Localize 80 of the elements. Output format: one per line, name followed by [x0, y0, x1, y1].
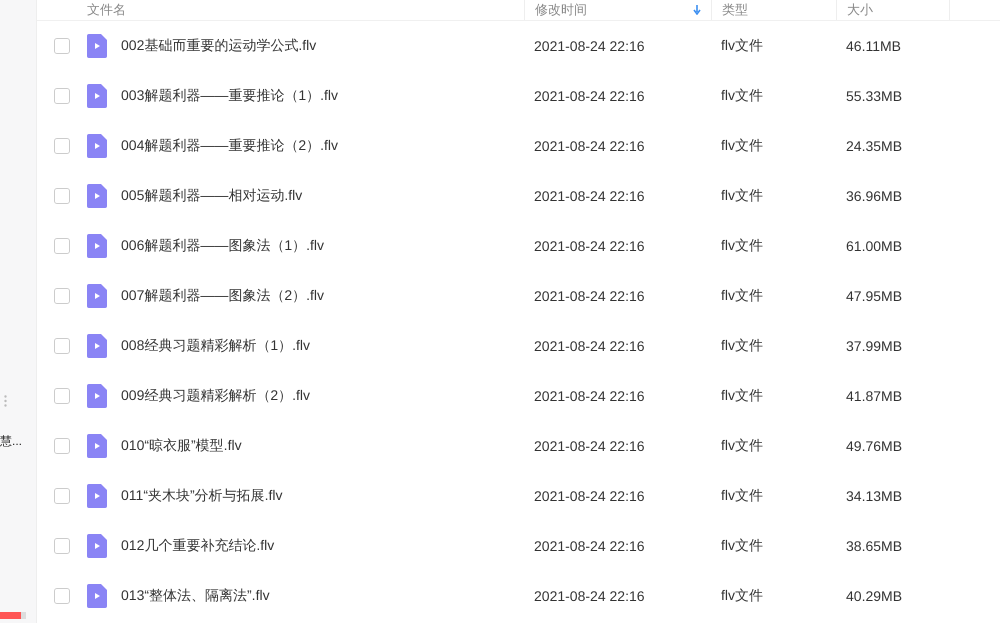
video-file-icon [87, 534, 107, 558]
file-type: flv文件 [720, 387, 764, 405]
file-type: flv文件 [720, 487, 764, 505]
file-size: 36.96MB [845, 188, 904, 204]
modified-time: 2021-08-24 22:16 [533, 338, 646, 354]
file-name[interactable]: 011“夹木块”分析与拓展.flv [121, 487, 283, 505]
video-file-icon [87, 434, 107, 458]
row-checkbox[interactable] [54, 338, 70, 354]
modified-time: 2021-08-24 22:16 [533, 488, 646, 504]
row-checkbox[interactable] [54, 88, 70, 104]
column-header[interactable]: 大小 [847, 1, 873, 19]
file-name[interactable]: 002基础而重要的运动学公式.flv [121, 37, 316, 55]
file-size: 24.35MB [845, 138, 904, 154]
video-file-icon [87, 234, 107, 258]
file-size: 55.33MB [845, 88, 904, 104]
column-header[interactable]: 文件名 [87, 1, 126, 19]
modified-time: 2021-08-24 22:16 [533, 538, 646, 554]
row-checkbox[interactable] [54, 188, 70, 204]
file-size: 37.99MB [845, 338, 904, 354]
file-type: flv文件 [720, 237, 764, 255]
row-checkbox[interactable] [54, 438, 70, 454]
sidebar-label[interactable]: 慧... [0, 433, 22, 450]
row-checkbox[interactable] [54, 288, 70, 304]
modified-time: 2021-08-24 22:16 [533, 38, 646, 54]
modified-time: 2021-08-24 22:16 [533, 188, 646, 204]
file-name[interactable]: 010“晾衣服”模型.flv [121, 437, 242, 455]
file-name[interactable]: 005解题利器——相对运动.flv [121, 187, 302, 205]
row-checkbox[interactable] [54, 538, 70, 554]
file-name[interactable]: 007解题利器——图象法（2）.flv [121, 287, 324, 305]
video-file-icon [87, 334, 107, 358]
file-size: 47.95MB [845, 288, 904, 304]
file-type: flv文件 [720, 37, 764, 55]
video-file-icon [87, 284, 107, 308]
file-type: flv文件 [720, 437, 764, 455]
file-size: 61.00MB [845, 238, 904, 254]
modified-time: 2021-08-24 22:16 [533, 438, 646, 454]
file-type: flv文件 [720, 337, 764, 355]
row-checkbox[interactable] [54, 238, 70, 254]
file-size: 41.87MB [845, 388, 904, 404]
modified-time: 2021-08-24 22:16 [533, 288, 646, 304]
column-header[interactable]: 类型 [722, 1, 748, 19]
file-type: flv文件 [720, 287, 764, 305]
row-checkbox[interactable] [54, 138, 70, 154]
file-size: 34.13MB [845, 488, 904, 504]
row-checkbox[interactable] [54, 588, 70, 604]
file-name[interactable]: 006解题利器——图象法（1）.flv [121, 237, 324, 255]
video-file-icon [87, 584, 107, 608]
modified-time: 2021-08-24 22:16 [533, 88, 646, 104]
column-header[interactable]: 修改时间 [535, 1, 587, 19]
video-file-icon [87, 134, 107, 158]
file-type: flv文件 [720, 537, 764, 555]
file-type: flv文件 [720, 187, 764, 205]
video-file-icon [87, 384, 107, 408]
file-size: 38.65MB [845, 538, 904, 554]
more-icon[interactable] [4, 395, 7, 407]
video-file-icon [87, 84, 107, 108]
modified-time: 2021-08-24 22:16 [533, 138, 646, 154]
modified-time: 2021-08-24 22:16 [533, 388, 646, 404]
sort-down-icon[interactable] [693, 5, 701, 15]
file-name[interactable]: 013“整体法、隔离法”.flv [121, 587, 270, 605]
row-checkbox[interactable] [54, 488, 70, 504]
file-size: 40.29MB [845, 588, 904, 604]
video-file-icon [87, 34, 107, 58]
file-name[interactable]: 004解题利器——重要推论（2）.flv [121, 137, 338, 155]
row-checkbox[interactable] [54, 388, 70, 404]
storage-bar [0, 612, 26, 619]
file-name[interactable]: 003解题利器——重要推论（1）.flv [121, 87, 338, 105]
file-type: flv文件 [720, 587, 764, 605]
file-name[interactable]: 008经典习题精彩解析（1）.flv [121, 337, 310, 355]
row-checkbox[interactable] [54, 38, 70, 54]
file-size: 49.76MB [845, 438, 904, 454]
file-name[interactable]: 012几个重要补充结论.flv [121, 537, 274, 555]
file-type: flv文件 [720, 87, 764, 105]
video-file-icon [87, 184, 107, 208]
file-name[interactable]: 009经典习题精彩解析（2）.flv [121, 387, 310, 405]
video-file-icon [87, 484, 107, 508]
modified-time: 2021-08-24 22:16 [533, 588, 646, 604]
file-size: 46.11MB [845, 38, 902, 54]
file-type: flv文件 [720, 137, 764, 155]
modified-time: 2021-08-24 22:16 [533, 238, 646, 254]
